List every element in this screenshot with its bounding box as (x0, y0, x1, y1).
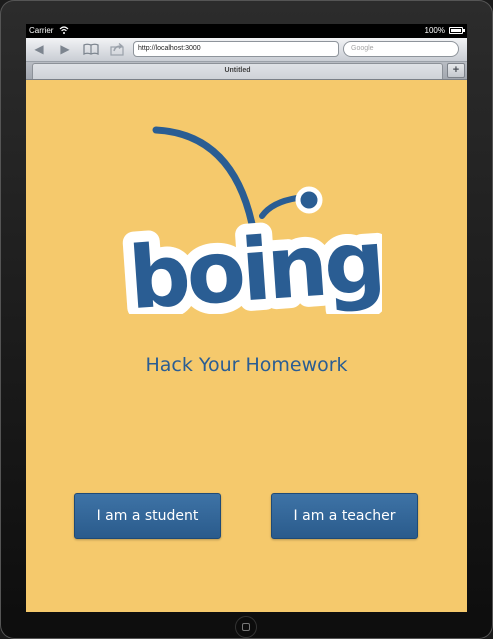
home-button[interactable] (235, 616, 257, 638)
page-content: boing boing Hack Your Homework I am a st… (26, 80, 467, 612)
svg-text:boing: boing (126, 212, 382, 314)
battery-icon (449, 27, 463, 34)
back-arrow-icon[interactable]: ◀ (31, 42, 47, 56)
forward-arrow-icon[interactable]: ▶ (57, 42, 73, 56)
share-icon[interactable] (109, 42, 125, 56)
battery-percent: 100% (424, 26, 445, 35)
teacher-button[interactable]: I am a teacher (271, 493, 418, 539)
wifi-icon (59, 26, 69, 34)
carrier-label: Carrier (29, 26, 54, 35)
browser-toolbar: ◀ ▶ http://localhost:3000 Google (26, 38, 467, 62)
tagline: Hack Your Homework (145, 354, 348, 376)
boing-logo: boing boing (115, 126, 382, 314)
ipad-frame: Carrier 100% ◀ ▶ http://localhost:3000 G… (0, 0, 493, 639)
status-bar: Carrier 100% (26, 24, 467, 38)
bookmarks-book-icon[interactable] (83, 42, 99, 56)
tab-bar: Untitled + (26, 62, 467, 80)
student-button[interactable]: I am a student (74, 493, 221, 539)
url-input[interactable]: http://localhost:3000 (133, 41, 339, 57)
screen: Carrier 100% ◀ ▶ http://localhost:3000 G… (26, 24, 467, 612)
search-input[interactable]: Google (343, 41, 459, 57)
new-tab-button[interactable]: + (447, 63, 465, 78)
tab-untitled[interactable]: Untitled (32, 63, 443, 79)
